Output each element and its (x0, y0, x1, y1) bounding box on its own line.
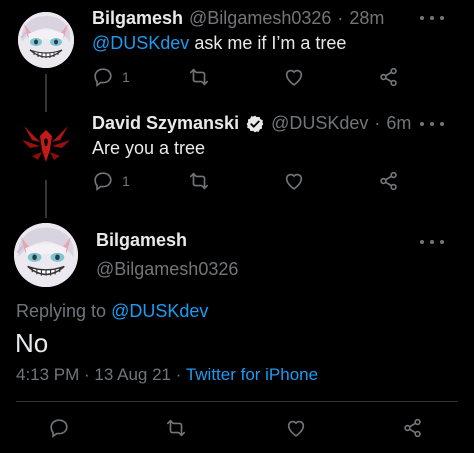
share-button[interactable] (378, 170, 400, 192)
verified-badge-icon (245, 114, 265, 134)
thread-connector-line (45, 74, 47, 112)
tweet-text: @DUSKdev ask me if I’m a tree (92, 33, 346, 54)
share-icon (378, 170, 400, 192)
user-handle[interactable]: @Bilgamesh0326 (189, 8, 331, 29)
retweet-icon (165, 417, 187, 439)
reply-count: 1 (122, 173, 130, 189)
thread-connector-line (45, 180, 47, 218)
display-name[interactable]: Bilgamesh (92, 8, 183, 29)
separator-dot: · (79, 365, 95, 384)
retweet-button[interactable] (188, 66, 210, 88)
heart-icon (285, 417, 307, 439)
user-handle[interactable]: @DUSKdev (271, 113, 368, 134)
reply-bubble-icon (48, 417, 70, 439)
tweet2-header: David Szymanski @DUSKdev · 6m (92, 113, 411, 134)
more-dots-icon[interactable] (420, 14, 444, 22)
share-button[interactable] (378, 66, 400, 88)
share-button[interactable] (402, 417, 424, 439)
mention-link[interactable]: @DUSKdev (92, 33, 189, 53)
replying-to-mention[interactable]: @DUSKdev (111, 301, 208, 321)
tweet-time[interactable]: 28m (349, 8, 384, 29)
replying-to-label: Replying to (16, 301, 112, 321)
divider (16, 401, 458, 402)
reply-button[interactable]: 1 (92, 170, 130, 192)
retweet-icon (188, 66, 210, 88)
avatar-bilgamesh-main[interactable] (14, 223, 78, 287)
reply-count: 1 (122, 69, 130, 85)
separator-dot: · (337, 8, 344, 28)
share-icon (378, 66, 400, 88)
display-name[interactable]: Bilgamesh (96, 230, 187, 251)
heart-icon (283, 66, 305, 88)
reply-button[interactable] (48, 417, 70, 439)
tweet1-header: Bilgamesh @Bilgamesh0326 · 28m (92, 8, 384, 29)
separator-dot: · (171, 365, 186, 384)
heart-icon (283, 170, 305, 192)
avatar-david-szymanski[interactable] (18, 116, 74, 172)
reply-bubble-icon (92, 66, 114, 88)
retweet-button[interactable] (188, 170, 210, 192)
tweet-text-body: ask me if I’m a tree (189, 33, 347, 53)
tweet-source-link[interactable]: Twitter for iPhone (186, 365, 318, 384)
tweet-timestamp[interactable]: 4:13 PM (16, 365, 79, 384)
user-handle[interactable]: @Bilgamesh0326 (96, 259, 238, 280)
reply-button[interactable]: 1 (92, 66, 130, 88)
tweet-metadata: 4:13 PM · 13 Aug 21 · Twitter for iPhone (16, 365, 318, 385)
retweet-icon (188, 170, 210, 192)
main-tweet-text: No (15, 328, 49, 358)
separator-dot: · (374, 113, 381, 133)
tweet-date[interactable]: 13 Aug 21 (94, 365, 171, 384)
tweet-time[interactable]: 6m (386, 113, 411, 134)
like-button[interactable] (283, 66, 305, 88)
more-dots-icon[interactable] (420, 238, 444, 246)
avatar-bilgamesh[interactable] (18, 12, 74, 68)
more-dots-icon[interactable] (420, 120, 444, 128)
replying-to-line: Replying to @DUSKdev (16, 301, 208, 322)
like-button[interactable] (285, 417, 307, 439)
display-name[interactable]: David Szymanski (92, 113, 239, 134)
retweet-button[interactable] (165, 417, 187, 439)
tweet-text: Are you a tree (92, 138, 206, 158)
like-button[interactable] (283, 170, 305, 192)
share-icon (402, 417, 424, 439)
reply-bubble-icon (92, 170, 114, 192)
